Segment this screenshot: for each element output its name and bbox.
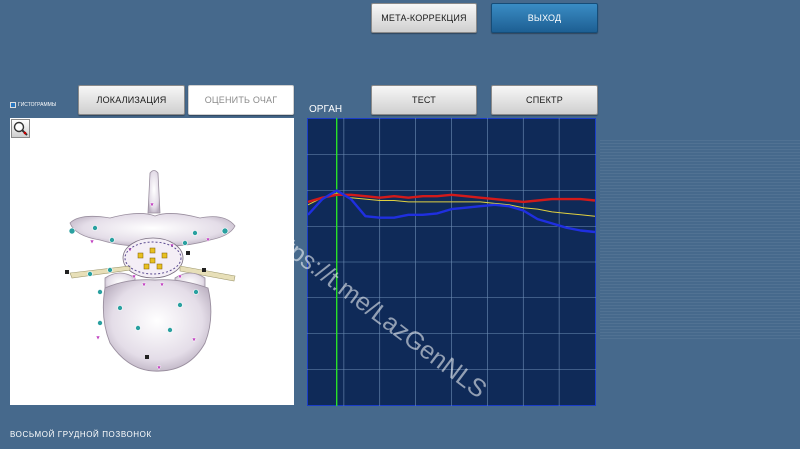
test-button[interactable]: ТЕСТ <box>371 85 477 115</box>
localization-button[interactable]: ЛОКАЛИЗАЦИЯ <box>78 85 185 115</box>
organ-name-label: ВОСЬМОЙ ГРУДНОЙ ПОЗВОНОК <box>10 430 152 439</box>
exit-button[interactable]: ВЫХОД <box>491 3 598 33</box>
decorative-stripes <box>600 140 800 340</box>
vertebra-illustration <box>65 170 236 372</box>
organ-chart-label: ОРГАН <box>309 104 343 115</box>
histogram-toggle[interactable]: ГИСТОГРАММЫ <box>10 102 56 108</box>
histogram-label: ГИСТОГРАММЫ <box>18 102 57 108</box>
spectrum-button[interactable]: СПЕКТР <box>491 85 598 115</box>
meta-correction-button[interactable]: МЕТА-КОРРЕКЦИЯ <box>371 3 477 33</box>
histogram-checkbox[interactable] <box>10 102 16 108</box>
evaluate-focus-button[interactable]: ОЦЕНИТЬ ОЧАГ <box>188 85 294 115</box>
organ-image-panel <box>10 118 294 405</box>
organ-chart <box>306 117 597 407</box>
